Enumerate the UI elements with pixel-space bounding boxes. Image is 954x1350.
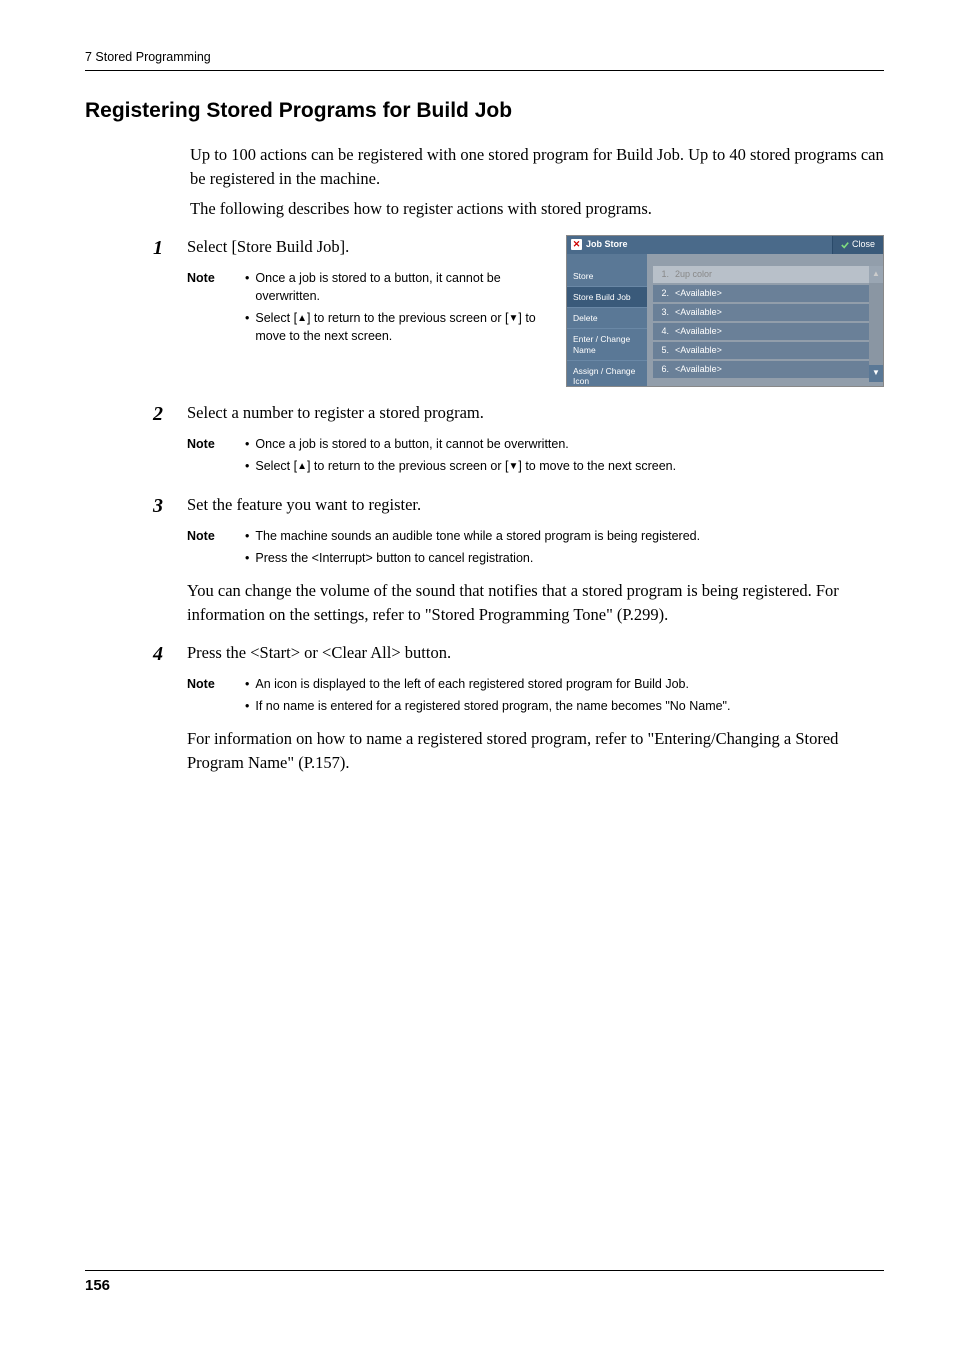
note-text: Press the <Interrupt> button to cancel r… xyxy=(255,549,533,567)
step-3-paragraph: You can change the volume of the sound t… xyxy=(187,579,884,627)
step-number: 2 xyxy=(153,401,175,479)
shot-titlebar: ✕ Job Store Close xyxy=(567,236,883,254)
row-number: 2. xyxy=(659,287,669,300)
step-1: 1 Select [Store Build Job]. Note • Once … xyxy=(153,235,884,387)
triangle-up-icon: ▲ xyxy=(297,312,307,327)
step-number: 4 xyxy=(153,641,175,775)
check-icon xyxy=(841,241,849,249)
page-footer: 156 xyxy=(85,1270,884,1294)
step-4-text: Press the <Start> or <Clear All> button. xyxy=(187,641,884,665)
scroll-down-button[interactable]: ▼ xyxy=(869,365,883,382)
intro-paragraph-1: Up to 100 actions can be registered with… xyxy=(190,143,884,191)
row-label: <Available> xyxy=(675,363,722,376)
bullet-icon: • xyxy=(245,527,249,545)
row-label: <Available> xyxy=(675,306,722,319)
shot-list: 1. 2up color 2. <Available> 3. <Availabl… xyxy=(647,254,883,386)
bullet-icon: • xyxy=(245,675,249,693)
job-store-screenshot: ✕ Job Store Close Store Store Bui xyxy=(566,235,884,387)
sidebar-item-delete[interactable]: Delete xyxy=(567,307,647,328)
row-number: 6. xyxy=(659,363,669,376)
row-label: <Available> xyxy=(675,325,722,338)
scrollbar[interactable]: ▲ ▼ xyxy=(869,266,883,382)
note-fragment: Select [ xyxy=(255,459,297,473)
row-label: 2up color xyxy=(675,268,712,281)
list-item[interactable]: 5. <Available> xyxy=(653,342,879,359)
row-number: 5. xyxy=(659,344,669,357)
row-number: 1. xyxy=(659,268,669,281)
step-1-note: Note • Once a job is stored to a button,… xyxy=(187,269,548,350)
step-2-text: Select a number to register a stored pro… xyxy=(187,401,884,425)
bullet-icon: • xyxy=(245,435,249,453)
note-fragment: Select [ xyxy=(255,311,297,325)
page-number: 156 xyxy=(85,1277,110,1294)
triangle-down-icon: ▼ xyxy=(508,460,518,475)
list-item[interactable]: 6. <Available> xyxy=(653,361,879,378)
note-label: Note xyxy=(187,269,223,350)
note-text: The machine sounds an audible tone while… xyxy=(255,527,700,545)
step-number: 3 xyxy=(153,493,175,627)
note-fragment: ] to return to the previous screen or [ xyxy=(307,311,509,325)
row-label: <Available> xyxy=(675,344,722,357)
step-4: 4 Press the <Start> or <Clear All> butto… xyxy=(153,641,884,775)
step-2-note: Note • Once a job is stored to a button,… xyxy=(187,435,884,479)
bullet-icon: • xyxy=(245,269,249,305)
step-2: 2 Select a number to register a stored p… xyxy=(153,401,884,479)
sidebar-item-store-build-job[interactable]: Store Build Job xyxy=(567,286,647,307)
triangle-up-icon: ▲ xyxy=(297,460,307,475)
list-item[interactable]: 3. <Available> xyxy=(653,304,879,321)
scroll-track[interactable] xyxy=(869,283,883,365)
page-content: 7 Stored Programming Registering Stored … xyxy=(0,0,954,805)
shot-sidebar: Store Store Build Job Delete Enter / Cha… xyxy=(567,254,647,386)
note-text: Once a job is stored to a button, it can… xyxy=(255,269,548,305)
close-label: Close xyxy=(852,238,875,251)
note-label: Note xyxy=(187,675,223,719)
bullet-icon: • xyxy=(245,549,249,567)
row-number: 3. xyxy=(659,306,669,319)
shot-title: Job Store xyxy=(586,238,628,251)
section-title: Registering Stored Programs for Build Jo… xyxy=(85,99,884,123)
step-3: 3 Set the feature you want to register. … xyxy=(153,493,884,627)
step-number: 1 xyxy=(153,235,175,387)
note-label: Note xyxy=(187,435,223,479)
note-text: An icon is displayed to the left of each… xyxy=(255,675,689,693)
bullet-icon: • xyxy=(245,457,249,475)
x-icon: ✕ xyxy=(571,239,582,250)
step-3-note: Note • The machine sounds an audible ton… xyxy=(187,527,884,571)
step-4-note: Note • An icon is displayed to the left … xyxy=(187,675,884,719)
sidebar-item-store[interactable]: Store xyxy=(567,266,647,286)
sidebar-item-assign-change-icon[interactable]: Assign / Change Icon xyxy=(567,360,647,391)
triangle-down-icon: ▼ xyxy=(508,312,518,327)
list-item[interactable]: 4. <Available> xyxy=(653,323,879,340)
row-number: 4. xyxy=(659,325,669,338)
note-fragment: ] to move to the next screen. xyxy=(518,459,676,473)
note-fragment: ] to return to the previous screen or [ xyxy=(307,459,509,473)
intro-paragraph-2: The following describes how to register … xyxy=(190,197,884,221)
scroll-up-button[interactable]: ▲ xyxy=(869,266,883,283)
note-text: If no name is entered for a registered s… xyxy=(255,697,730,715)
list-item[interactable]: 1. 2up color xyxy=(653,266,879,283)
note-text: Select [▲] to return to the previous scr… xyxy=(255,309,548,345)
note-text: Once a job is stored to a button, it can… xyxy=(255,435,568,453)
step-1-text: Select [Store Build Job]. xyxy=(187,235,548,259)
step-4-paragraph: For information on how to name a registe… xyxy=(187,727,884,775)
running-head: 7 Stored Programming xyxy=(85,50,884,71)
bullet-icon: • xyxy=(245,697,249,715)
bullet-icon: • xyxy=(245,309,249,345)
step-3-text: Set the feature you want to register. xyxy=(187,493,884,517)
close-button[interactable]: Close xyxy=(832,236,883,254)
note-text: Select [▲] to return to the previous scr… xyxy=(255,457,676,475)
note-label: Note xyxy=(187,527,223,571)
sidebar-item-enter-change-name[interactable]: Enter / Change Name xyxy=(567,328,647,359)
list-item[interactable]: 2. <Available> xyxy=(653,285,879,302)
row-label: <Available> xyxy=(675,287,722,300)
intro-block: Up to 100 actions can be registered with… xyxy=(190,143,884,221)
